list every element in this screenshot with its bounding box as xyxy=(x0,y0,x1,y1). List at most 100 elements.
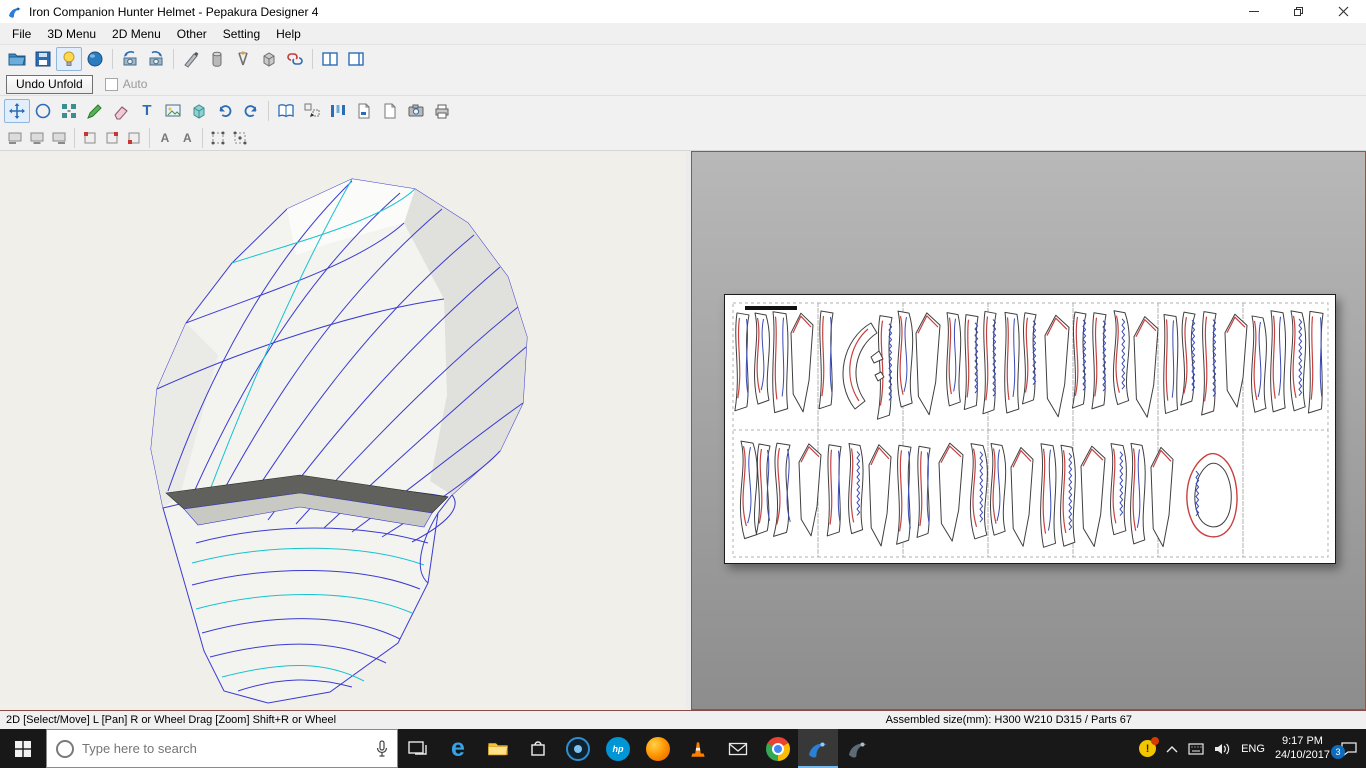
select-parts-button[interactable] xyxy=(299,99,325,123)
unfolded-pattern-pieces xyxy=(732,302,1329,558)
sphere-icon xyxy=(87,51,103,67)
text-tool-button[interactable]: T xyxy=(134,99,160,123)
taskbar-pepakura-viewer[interactable] xyxy=(838,729,878,768)
toggle-light-button[interactable] xyxy=(56,47,82,71)
transform-points-button[interactable] xyxy=(229,128,251,148)
undo-arrow-icon xyxy=(219,104,232,117)
menu-3d[interactable]: 3D Menu xyxy=(39,25,104,43)
rotate-view-left-button[interactable] xyxy=(117,47,143,71)
taskbar-edge[interactable]: e xyxy=(438,729,478,768)
textured-view-button[interactable] xyxy=(82,47,108,71)
task-view-button[interactable] xyxy=(398,729,438,768)
taskbar-file-explorer[interactable] xyxy=(478,729,518,768)
snap-corner-bl-icon xyxy=(128,132,140,144)
main-toolbar xyxy=(0,44,1366,73)
tray-chevron-icon[interactable] xyxy=(1166,745,1178,753)
menubar: File 3D Menu 2D Menu Other Setting Help xyxy=(0,24,1366,44)
minimize-button[interactable] xyxy=(1231,0,1276,23)
divide-merge-button[interactable] xyxy=(56,99,82,123)
3d-viewport[interactable] xyxy=(0,151,686,710)
snap-corner-bl-button[interactable] xyxy=(123,128,145,148)
close-button[interactable] xyxy=(1321,0,1366,23)
align-bottom-right-button[interactable] xyxy=(48,128,70,148)
redo-button[interactable] xyxy=(238,99,264,123)
circle-select-button[interactable] xyxy=(30,99,56,123)
cylinder-tool-button[interactable] xyxy=(204,47,230,71)
warning-tray-icon[interactable]: ! xyxy=(1139,737,1160,757)
chain-link-icon xyxy=(287,53,303,65)
image-icon xyxy=(165,104,181,116)
menu-file[interactable]: File xyxy=(4,25,39,43)
free-transform-button[interactable] xyxy=(207,128,229,148)
language-indicator[interactable]: ENG xyxy=(1241,743,1265,755)
clock-time: 9:17 PM xyxy=(1281,734,1323,747)
snap-corner-tr-button[interactable] xyxy=(101,128,123,148)
3d-box-button[interactable] xyxy=(186,99,212,123)
menu-help[interactable]: Help xyxy=(268,25,309,43)
flip-vertical-icon: A xyxy=(182,130,192,145)
taskbar-vlc[interactable] xyxy=(678,729,718,768)
move-arrows-icon xyxy=(9,102,25,119)
clock[interactable]: 9:17 PM 24/10/2017 xyxy=(1275,735,1330,763)
link-2d-3d-button[interactable] xyxy=(282,47,308,71)
snap-corner-tl-button[interactable] xyxy=(79,128,101,148)
taskbar-hp-support[interactable]: hp xyxy=(598,729,638,768)
rotate-view-right-button[interactable] xyxy=(143,47,169,71)
taskbar-store[interactable] xyxy=(518,729,558,768)
align-bottom-center-button[interactable] xyxy=(26,128,48,148)
taskbar-firefox[interactable] xyxy=(638,729,678,768)
search-input[interactable] xyxy=(82,741,368,756)
touch-keyboard-icon[interactable] xyxy=(1188,742,1204,755)
taskbar-search[interactable] xyxy=(46,729,398,768)
menu-other[interactable]: Other xyxy=(169,25,215,43)
auto-checkbox[interactable] xyxy=(104,77,118,91)
restore-button[interactable] xyxy=(1276,0,1321,23)
select-move-button[interactable] xyxy=(4,98,30,123)
transform-box-icon xyxy=(211,131,225,144)
insert-image-button[interactable] xyxy=(160,99,186,123)
2d-viewport[interactable] xyxy=(691,151,1366,710)
two-pane-layout-button[interactable] xyxy=(317,47,343,71)
edit-flaps-button[interactable] xyxy=(82,99,108,123)
align-bottom-right-icon xyxy=(52,132,66,144)
text-tool-icon: T xyxy=(142,102,152,119)
action-center-badge: 3 xyxy=(1331,744,1345,759)
menu-2d[interactable]: 2D Menu xyxy=(104,25,169,43)
save-icon xyxy=(35,51,51,67)
eraser-button[interactable] xyxy=(108,99,134,123)
taskbar-chrome[interactable] xyxy=(758,729,798,768)
taskbar-mail[interactable] xyxy=(718,729,758,768)
page-with-note-button[interactable] xyxy=(351,99,377,123)
arrange-parts-button[interactable] xyxy=(325,99,351,123)
auto-checkbox-label: Auto xyxy=(122,77,148,91)
window-title: Iron Companion Hunter Helmet - Pepakura … xyxy=(29,4,319,19)
solid-view-button[interactable] xyxy=(256,47,282,71)
taskbar-lens-app[interactable] xyxy=(558,729,598,768)
start-button[interactable] xyxy=(0,729,46,768)
pepakura-viewer-icon xyxy=(849,742,867,758)
toolbar-align: A A xyxy=(0,125,1366,151)
flip-vertical-button[interactable]: A xyxy=(176,128,198,148)
blank-page-button[interactable] xyxy=(377,99,403,123)
undo-button[interactable] xyxy=(212,99,238,123)
restore-icon xyxy=(1294,7,1303,16)
measure-tool-button[interactable] xyxy=(230,47,256,71)
toolbar-2d: T xyxy=(0,96,1366,125)
save-button[interactable] xyxy=(30,47,56,71)
undo-unfold-button[interactable]: Undo Unfold xyxy=(6,74,93,94)
wide-pane-layout-button[interactable] xyxy=(343,47,369,71)
align-bottom-left-button[interactable] xyxy=(4,128,26,148)
screen-capture-button[interactable] xyxy=(403,99,429,123)
marker-pen-button[interactable] xyxy=(178,47,204,71)
open-book-button[interactable] xyxy=(273,99,299,123)
open-file-button[interactable] xyxy=(4,47,30,71)
flip-horizontal-button[interactable]: A xyxy=(154,128,176,148)
menu-setting[interactable]: Setting xyxy=(215,25,268,43)
volume-icon[interactable] xyxy=(1214,742,1231,756)
taskbar-pepakura-designer[interactable] xyxy=(798,729,838,768)
pattern-page[interactable] xyxy=(724,294,1336,564)
microphone-icon[interactable] xyxy=(376,739,388,758)
file-explorer-icon xyxy=(488,743,508,756)
print-button[interactable] xyxy=(429,99,455,123)
task-view-icon xyxy=(408,740,427,755)
